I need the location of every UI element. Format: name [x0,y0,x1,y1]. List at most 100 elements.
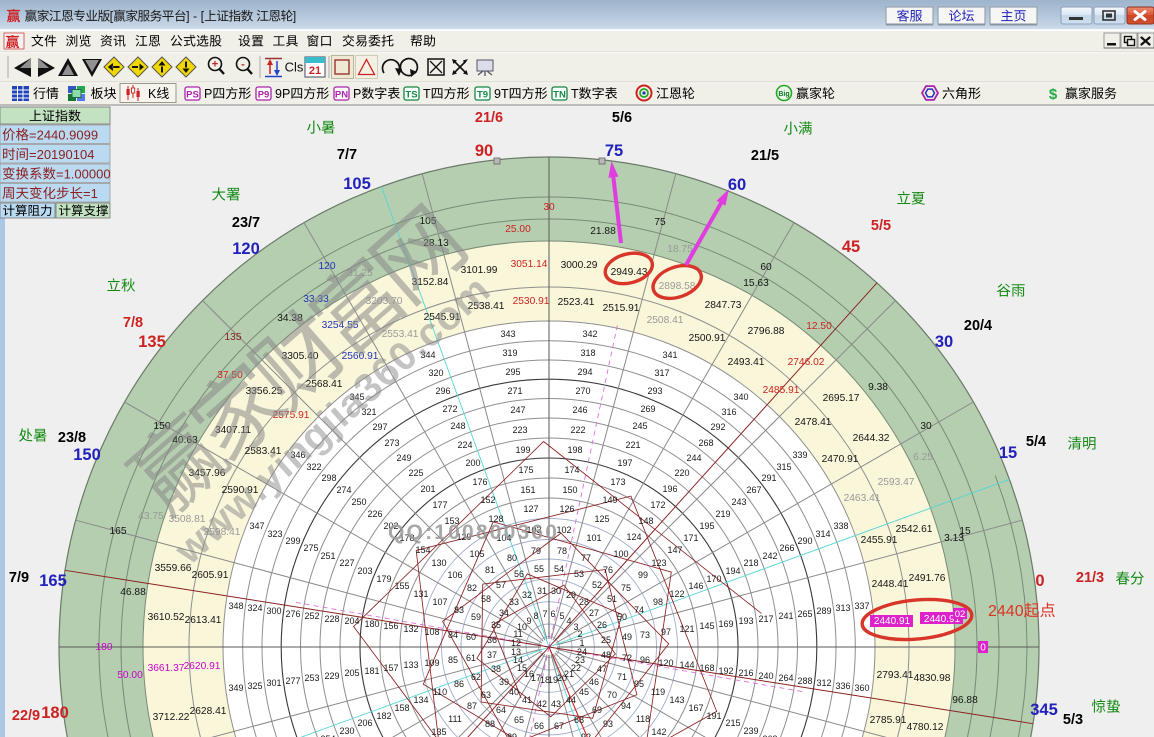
svg-text:126: 126 [559,504,574,514]
svg-text:2949.43: 2949.43 [611,267,648,278]
svg-text:45: 45 [579,687,589,697]
svg-text:80: 80 [507,553,517,563]
svg-text:45: 45 [842,238,860,256]
svg-text:84: 84 [448,630,458,640]
svg-text:119: 119 [651,687,665,697]
svg-text:12.50: 12.50 [806,321,832,332]
svg-text:29: 29 [566,590,576,600]
svg-text:2508.41: 2508.41 [647,315,684,326]
svg-text:26: 26 [597,620,607,630]
svg-text:289: 289 [816,606,831,616]
svg-text:123: 123 [651,558,666,568]
svg-text:0: 0 [980,643,986,654]
svg-text:23/8: 23/8 [58,430,86,446]
svg-text:69: 69 [592,705,602,715]
svg-text:273: 273 [384,438,399,448]
svg-text:175: 175 [518,465,533,475]
svg-text:2455.91: 2455.91 [861,535,898,546]
svg-text:2613.41: 2613.41 [185,615,222,626]
svg-text:96: 96 [640,655,650,665]
svg-text:155: 155 [394,581,409,591]
svg-text:107: 107 [432,597,447,607]
svg-text:195: 195 [699,521,714,531]
svg-text:218: 218 [743,558,758,568]
svg-text:30: 30 [920,421,932,432]
svg-text:99: 99 [638,570,648,580]
svg-text:252: 252 [304,611,319,621]
svg-text:76: 76 [603,565,613,575]
svg-text:T9: T9 [477,89,488,100]
svg-text:25: 25 [601,635,611,645]
svg-text:2796.88: 2796.88 [748,326,785,337]
svg-text:59: 59 [471,612,481,622]
svg-text:7/9: 7/9 [9,570,29,586]
svg-text:P9: P9 [258,89,270,100]
svg-text:341: 341 [662,350,677,360]
svg-text:337: 337 [854,601,869,611]
svg-text:2463.41: 2463.41 [844,493,881,504]
svg-text:98: 98 [653,597,663,607]
svg-text:3: 3 [573,622,578,632]
svg-text:223: 223 [512,425,527,435]
svg-text:228: 228 [324,614,339,624]
svg-text:4830.98: 4830.98 [914,673,951,684]
svg-text:169: 169 [718,619,733,629]
svg-text:268: 268 [698,438,713,448]
svg-text:226: 226 [367,509,382,519]
svg-text:168: 168 [699,663,714,673]
svg-text:2620.91: 2620.91 [184,661,221,672]
svg-text:2628.41: 2628.41 [190,706,227,717]
svg-text:37: 37 [487,650,497,660]
svg-text:292: 292 [710,422,725,432]
svg-text:21.88: 21.88 [590,226,616,237]
svg-text:77: 77 [581,553,591,563]
svg-text:101: 101 [586,533,601,543]
svg-text:197: 197 [617,458,632,468]
svg-text:2440.91: 2440.91 [874,616,911,627]
svg-text:85: 85 [448,655,458,665]
svg-text:180: 180 [96,642,113,653]
svg-text:22/9: 22/9 [12,708,40,724]
svg-text:66: 66 [534,721,544,731]
svg-text:TN: TN [553,89,566,100]
svg-text:111: 111 [448,714,462,724]
svg-text:271: 271 [507,386,522,396]
svg-text:75: 75 [621,583,631,593]
svg-text:340: 340 [733,392,748,402]
svg-text:239: 239 [743,726,758,736]
svg-text:204: 204 [344,616,359,626]
svg-text:125: 125 [594,514,609,524]
svg-text:156: 156 [383,621,398,631]
svg-text:315: 315 [776,462,791,472]
svg-text:296: 296 [435,386,450,396]
svg-text:2593.47: 2593.47 [878,477,915,488]
svg-text:57: 57 [496,580,506,590]
svg-text:345: 345 [1030,701,1058,719]
svg-text:51: 51 [607,594,617,604]
svg-text:146: 146 [688,581,703,591]
svg-text:T: T [571,87,579,101]
svg-text:300: 300 [266,606,281,616]
svg-text:100: 100 [613,549,628,559]
svg-text:249: 249 [396,453,411,463]
svg-text:47: 47 [597,664,607,674]
svg-text:70: 70 [607,690,617,700]
svg-text:2493.41: 2493.41 [728,357,765,368]
svg-text:2695.17: 2695.17 [823,393,860,404]
svg-text:67: 67 [554,721,564,731]
svg-text:179: 179 [376,574,391,584]
svg-text:75: 75 [605,142,623,160]
svg-text:=1: =1 [83,186,98,201]
svg-text:316: 316 [721,407,736,417]
svg-text:34: 34 [499,608,509,618]
svg-text:31: 31 [537,586,547,596]
svg-text:TS: TS [405,89,417,100]
svg-text:=2440.9099: =2440.9099 [29,128,98,143]
svg-text:5/3: 5/3 [1063,712,1083,728]
svg-text:87: 87 [467,701,477,711]
svg-text:] - [: ] - [ [186,10,205,24]
svg-text:2500.91: 2500.91 [689,333,726,344]
svg-text:319: 319 [502,348,517,358]
svg-text:02: 02 [955,609,966,620]
svg-text:74: 74 [634,605,644,615]
